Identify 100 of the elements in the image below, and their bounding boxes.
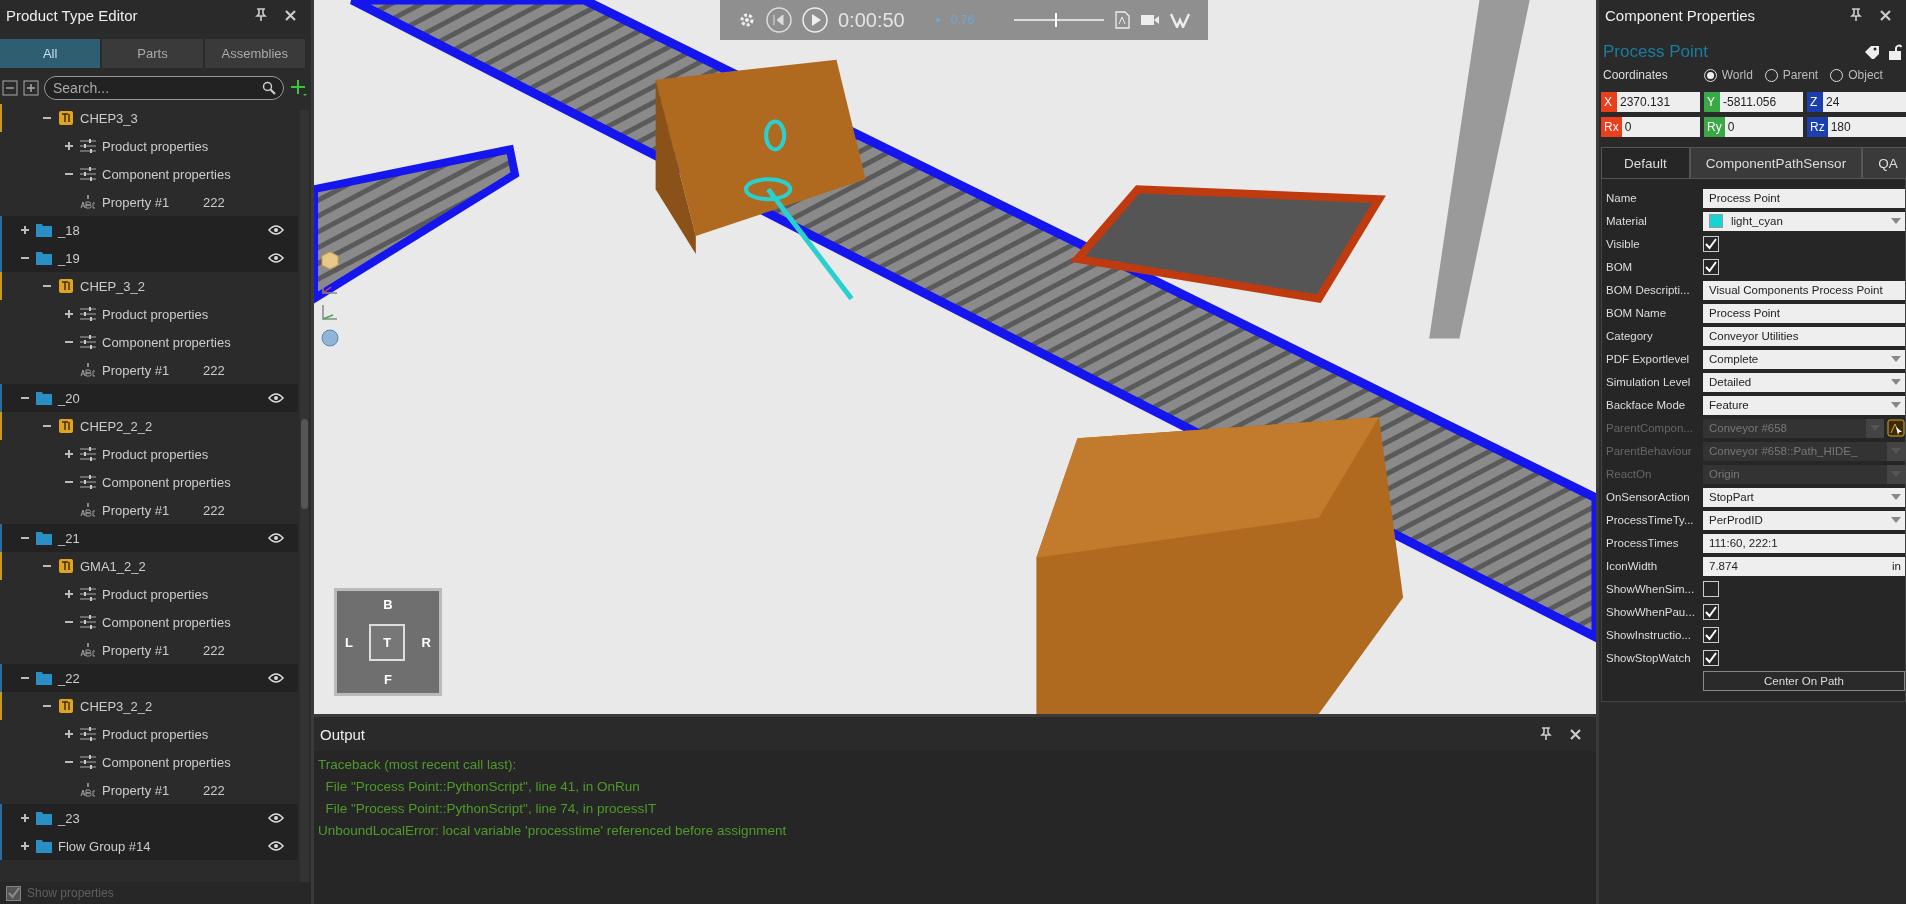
coordinate-field[interactable]: X 2370.131 — [1601, 92, 1700, 112]
product-row[interactable]: CHEP3_2_2 — [0, 692, 298, 720]
coordinate-field[interactable]: Rx 0 — [1601, 117, 1700, 137]
play-icon[interactable] — [802, 7, 828, 33]
scrollbar[interactable] — [300, 110, 309, 882]
eye-icon[interactable] — [268, 253, 284, 263]
tree-item-label: Component properties — [102, 474, 231, 490]
text-field[interactable]: 111:60, 222:1 — [1703, 533, 1905, 553]
text-field[interactable]: Visual Components Process Point — [1703, 280, 1905, 300]
tab[interactable]: Default — [1601, 147, 1690, 179]
close-icon[interactable] — [1569, 727, 1582, 741]
tab[interactable]: QA — [1862, 147, 1906, 179]
expand-icon[interactable] — [64, 729, 74, 739]
pin-icon[interactable] — [254, 8, 268, 22]
tab[interactable]: All — [0, 39, 101, 68]
view-cube[interactable]: B L T R F — [334, 588, 442, 696]
tree-item-label: _19 — [58, 250, 80, 266]
logo-icon[interactable] — [1170, 12, 1191, 28]
coordinate-field[interactable]: Rz 180 — [1807, 117, 1906, 137]
sliders-icon — [80, 475, 96, 489]
property-value: 222 — [203, 782, 225, 798]
dropdown[interactable]: light_cyan — [1703, 211, 1905, 231]
box-icon — [58, 418, 74, 434]
tag-icon[interactable] — [1864, 45, 1880, 59]
speed-icon — [934, 17, 941, 23]
unlock-icon[interactable] — [1888, 44, 1902, 60]
close-icon[interactable] — [284, 8, 297, 22]
expand-icon[interactable] — [64, 449, 74, 459]
folder-row[interactable]: _21 — [0, 524, 298, 552]
dropdown[interactable]: Feature — [1703, 395, 1905, 415]
tab[interactable]: Parts — [102, 39, 203, 68]
expand-icon[interactable] — [20, 813, 30, 823]
checkbox[interactable] — [1703, 604, 1719, 620]
eye-icon[interactable] — [268, 673, 284, 683]
folder-row[interactable]: _22 — [0, 664, 298, 692]
text-field[interactable]: Conveyor Utilities — [1703, 326, 1905, 346]
box-view-icon[interactable] — [320, 250, 340, 270]
tree-item-label: Component properties — [102, 166, 231, 182]
search-field[interactable]: Search... — [44, 76, 284, 100]
text-field[interactable]: Process Point — [1703, 303, 1905, 323]
text-property-icon — [80, 363, 96, 377]
dropdown[interactable]: Detailed — [1703, 372, 1905, 392]
sphere-icon[interactable] — [320, 328, 340, 348]
folder-row[interactable]: _23 — [0, 804, 298, 832]
folder-row[interactable]: _19 — [0, 244, 298, 272]
3d-viewport[interactable]: 0:00:50 0.76 B L T R F — [314, 0, 1596, 714]
product-row[interactable]: CHEP3_3 — [0, 104, 298, 132]
scrollbar-thumb[interactable] — [301, 418, 308, 509]
pin-icon[interactable] — [1539, 727, 1553, 741]
checkbox[interactable] — [1703, 259, 1719, 275]
close-icon[interactable] — [1879, 8, 1892, 22]
dropdown[interactable]: PerProdID — [1703, 510, 1905, 530]
collapse-all-icon[interactable] — [2, 80, 18, 96]
pin-icon[interactable] — [1849, 8, 1863, 22]
tab[interactable]: Assemblies — [204, 39, 305, 68]
dropdown[interactable]: StopPart — [1703, 487, 1905, 507]
axis-label: Y — [1704, 92, 1720, 112]
eye-icon[interactable] — [268, 225, 284, 235]
radio-button[interactable]: Object — [1830, 68, 1883, 82]
expand-icon[interactable] — [64, 141, 74, 151]
search-icon[interactable] — [262, 81, 276, 95]
folder-row[interactable]: _20 — [0, 384, 298, 412]
expand-icon[interactable] — [64, 309, 74, 319]
checkbox[interactable] — [1703, 236, 1719, 252]
eye-icon[interactable] — [268, 813, 284, 823]
coordinate-field[interactable]: Z 24 — [1807, 92, 1906, 112]
folder-row[interactable]: _18 — [0, 216, 298, 244]
radio-button[interactable]: Parent — [1764, 68, 1819, 82]
text-field[interactable]: Process Point — [1703, 188, 1905, 208]
video-camera-icon[interactable] — [1140, 13, 1161, 27]
product-row[interactable]: CHEP_3_2 — [0, 272, 298, 300]
add-icon[interactable] — [289, 79, 307, 97]
product-row[interactable]: CHEP2_2_2 — [0, 412, 298, 440]
coordinate-field[interactable]: Ry 0 — [1704, 117, 1803, 137]
dropdown[interactable]: Complete — [1703, 349, 1905, 369]
radio-button[interactable]: World — [1703, 68, 1753, 82]
checkbox[interactable] — [1703, 627, 1719, 643]
expand-icon[interactable] — [20, 225, 30, 235]
axes-icon[interactable] — [320, 276, 340, 296]
folder-row[interactable]: Flow Group #14 — [0, 832, 298, 860]
eye-icon[interactable] — [268, 533, 284, 543]
caret-icon — [1891, 494, 1901, 500]
slider-thumb[interactable] — [1054, 13, 1057, 27]
product-row[interactable]: GMA1_2_2 — [0, 552, 298, 580]
checkbox[interactable] — [1703, 581, 1719, 597]
sliders-icon — [80, 167, 96, 181]
coordinate-field[interactable]: Y -5811.056 — [1704, 92, 1803, 112]
expand-all-icon[interactable] — [23, 80, 39, 96]
checkbox[interactable] — [1703, 650, 1719, 666]
tab[interactable]: ComponentPathSensor — [1689, 147, 1863, 179]
eye-icon[interactable] — [268, 393, 284, 403]
expand-icon[interactable] — [64, 589, 74, 599]
center-on-path-button[interactable]: Center On Path — [1703, 671, 1905, 691]
settings-icon[interactable] — [738, 11, 756, 29]
box-icon — [58, 558, 74, 574]
folder-icon — [36, 531, 52, 545]
pdf-icon[interactable] — [1114, 11, 1131, 29]
text-field[interactable]: 7.874 in — [1703, 556, 1905, 576]
expand-icon[interactable] — [20, 841, 30, 851]
eye-icon[interactable] — [268, 841, 284, 851]
